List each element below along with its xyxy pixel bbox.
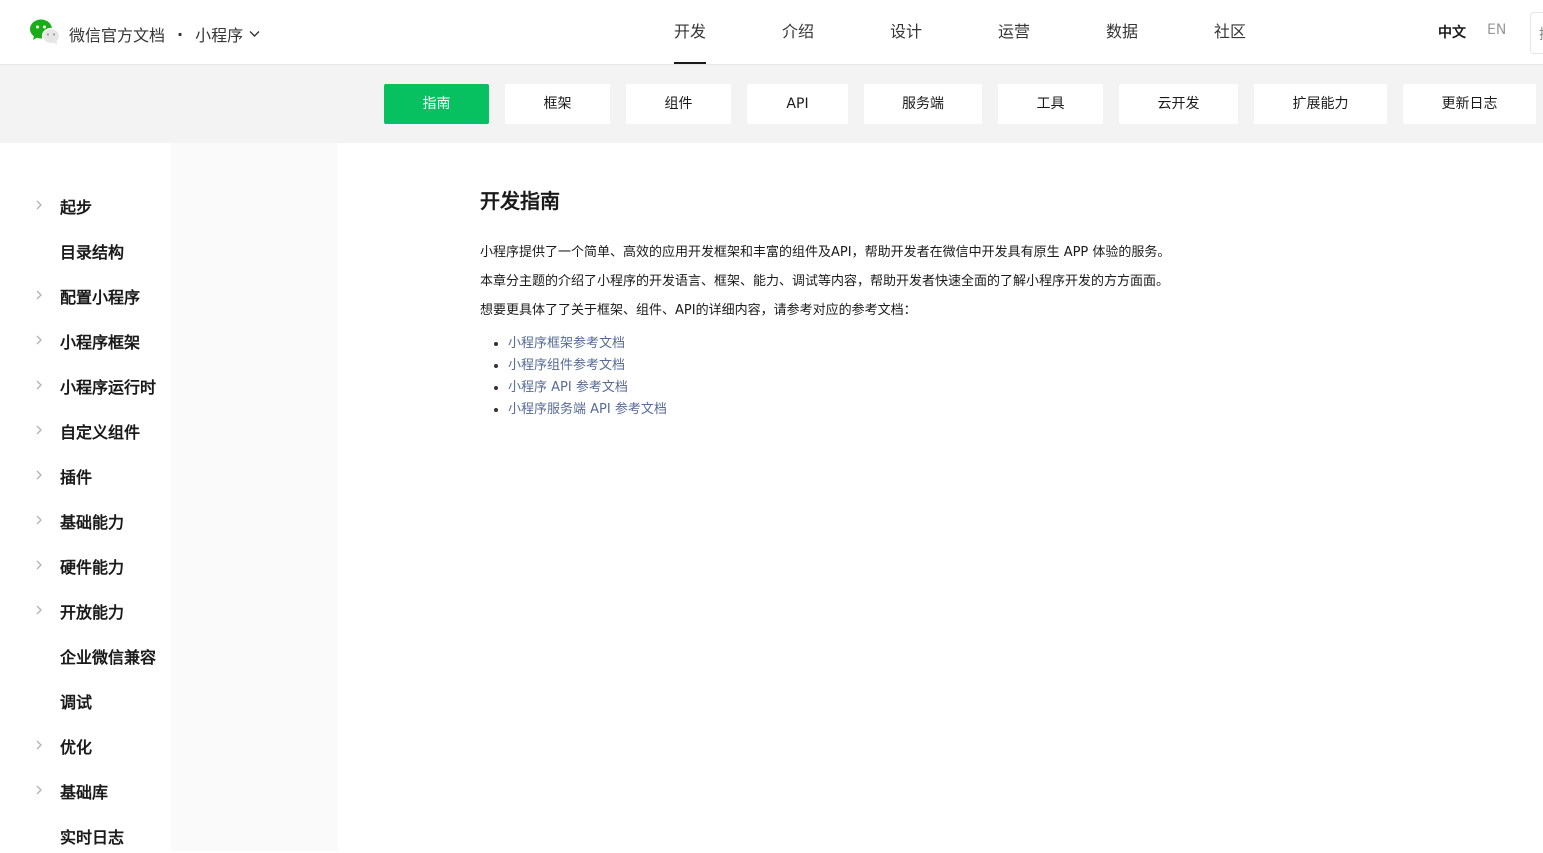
chevron-right-icon xyxy=(36,785,42,795)
product-selector[interactable]: 小程序 xyxy=(195,22,260,46)
sidebar-item[interactable]: 优化 xyxy=(0,727,300,763)
sidebar-item-label: 实时日志 xyxy=(60,828,125,847)
tab-extension[interactable]: 扩展能力 xyxy=(1254,84,1387,124)
lang-zh[interactable]: 中文 xyxy=(1438,22,1466,42)
sidebar-item-label: 调试 xyxy=(60,693,93,712)
sidebar-item-label: 小程序运行时 xyxy=(60,378,157,397)
nav-community[interactable]: 社区 xyxy=(1198,0,1262,64)
sidebar-item-label: 小程序框架 xyxy=(60,333,141,352)
nav-operation[interactable]: 运营 xyxy=(982,0,1046,64)
sidebar-item-label: 插件 xyxy=(60,468,93,487)
reference-link-list: 小程序框架参考文档 小程序组件参考文档 小程序 API 参考文档 小程序服务端 … xyxy=(480,333,1480,421)
sidebar-item[interactable]: 基础能力 xyxy=(0,502,300,538)
main-content: 开发指南 小程序提供了一个简单、高效的应用开发框架和丰富的组件及API，帮助开发… xyxy=(480,185,1480,421)
sidebar-item[interactable]: 小程序框架 xyxy=(0,322,300,358)
tab-server[interactable]: 服务端 xyxy=(864,84,982,124)
sidebar: 起步目录结构配置小程序小程序框架小程序运行时 自定义组件插件基础能力硬件能力开放能… xyxy=(0,143,338,851)
wechat-logo-icon[interactable] xyxy=(30,19,60,45)
link-server-api-docs[interactable]: 小程序服务端 API 参考文档 xyxy=(508,402,667,417)
tab-changelog[interactable]: 更新日志 xyxy=(1403,84,1536,124)
nav-data[interactable]: 数据 xyxy=(1090,0,1154,64)
intro-paragraph-1: 小程序提供了一个简单、高效的应用开发框架和丰富的组件及API，帮助开发者在微信中… xyxy=(480,245,1171,260)
brand-title[interactable]: 微信官方文档 xyxy=(69,22,165,46)
chevron-right-icon xyxy=(36,470,42,480)
chevron-right-icon xyxy=(36,425,42,435)
sidebar-item-label: 基础库 xyxy=(60,783,109,802)
brand: 微信官方文档 · 小程序 xyxy=(69,22,260,46)
link-api-docs[interactable]: 小程序 API 参考文档 xyxy=(508,380,628,395)
sidebar-item-label: 开放能力 xyxy=(60,603,125,622)
link-component-docs[interactable]: 小程序组件参考文档 xyxy=(508,358,625,373)
sidebar-item-label: 硬件能力 xyxy=(60,558,125,577)
sidebar-item-label: 优化 xyxy=(60,738,93,757)
chevron-down-icon xyxy=(249,31,260,37)
brand-separator: · xyxy=(177,24,184,44)
page-title: 开发指南 xyxy=(480,189,560,213)
sub-nav: 指南 框架 组件 API 服务端 工具 云开发 扩展能力 更新日志 xyxy=(0,65,1543,143)
chevron-right-icon xyxy=(36,515,42,525)
chevron-right-icon xyxy=(36,740,42,750)
sidebar-item[interactable]: 基础库 xyxy=(0,772,300,808)
nav-dev[interactable]: 开发 xyxy=(658,0,722,64)
sidebar-item-label: 自定义组件 xyxy=(60,423,141,442)
sidebar-item-label: 目录结构 xyxy=(60,243,125,262)
sidebar-item[interactable]: 实时日志 xyxy=(0,817,300,853)
top-header: 微信官方文档 · 小程序 开发 介绍 设计 运营 数据 社区 中文 EN 搜 xyxy=(0,0,1543,65)
sidebar-item-label: 基础能力 xyxy=(60,513,125,532)
chevron-right-icon xyxy=(36,605,42,615)
nav-intro[interactable]: 介绍 xyxy=(766,0,830,64)
tab-cloud[interactable]: 云开发 xyxy=(1119,84,1238,124)
chevron-right-icon xyxy=(36,380,42,390)
intro-paragraph-2: 本章分主题的介绍了小程序的开发语言、框架、能力、调试等内容，帮助开发者快速全面的… xyxy=(480,274,1170,289)
sidebar-item[interactable]: 目录结构 xyxy=(0,232,300,268)
sidebar-item-label: 起步 xyxy=(60,198,93,217)
chevron-right-icon xyxy=(36,335,42,345)
list-item: 小程序 API 参考文档 xyxy=(508,377,1480,399)
sidebar-item-label: 企业微信兼容 xyxy=(60,648,157,667)
sidebar-item[interactable]: 插件 xyxy=(0,457,300,493)
tab-guide[interactable]: 指南 xyxy=(384,84,489,124)
nav-design[interactable]: 设计 xyxy=(874,0,938,64)
search-placeholder: 搜 xyxy=(1539,24,1543,44)
search-input[interactable]: 搜 xyxy=(1530,12,1543,54)
sidebar-item[interactable]: 调试 xyxy=(0,682,300,718)
chevron-right-icon xyxy=(36,200,42,210)
tab-component[interactable]: 组件 xyxy=(626,84,731,124)
chevron-right-icon xyxy=(36,560,42,570)
intro-paragraph-3: 想要更具体了了关于框架、组件、API的详细内容，请参考对应的参考文档： xyxy=(480,303,917,318)
sidebar-item[interactable]: 企业微信兼容 xyxy=(0,637,300,673)
sidebar-item[interactable]: 自定义组件 xyxy=(0,412,300,448)
tab-api[interactable]: API xyxy=(747,84,848,124)
sidebar-item[interactable]: 硬件能力 xyxy=(0,547,300,583)
sidebar-item[interactable]: 小程序运行时 xyxy=(0,367,300,403)
tab-tools[interactable]: 工具 xyxy=(998,84,1103,124)
tab-framework[interactable]: 框架 xyxy=(505,84,610,124)
sidebar-item[interactable]: 起步 xyxy=(0,187,300,223)
sidebar-item[interactable]: 开放能力 xyxy=(0,592,300,628)
list-item: 小程序框架参考文档 xyxy=(508,333,1480,355)
sidebar-item-label: 配置小程序 xyxy=(60,288,141,307)
lang-en[interactable]: EN xyxy=(1487,22,1506,38)
product-label: 小程序 xyxy=(195,26,244,45)
list-item: 小程序组件参考文档 xyxy=(508,355,1480,377)
list-item: 小程序服务端 API 参考文档 xyxy=(508,399,1480,421)
chevron-right-icon xyxy=(36,290,42,300)
sidebar-item[interactable]: 配置小程序 xyxy=(0,277,300,313)
link-framework-docs[interactable]: 小程序框架参考文档 xyxy=(508,336,625,351)
